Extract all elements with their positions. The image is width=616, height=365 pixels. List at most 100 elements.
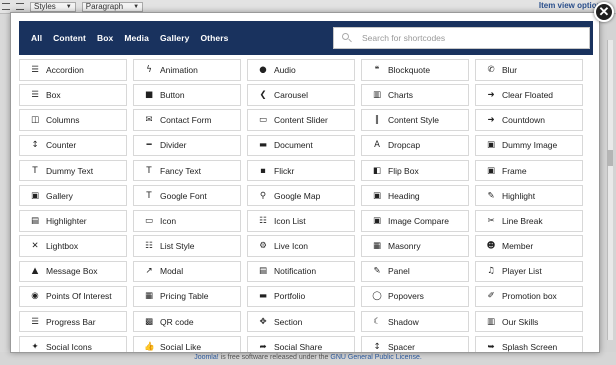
shortcode-line-break[interactable]: ✂ Line Break bbox=[475, 210, 583, 232]
shortcode-section[interactable]: ✥ Section bbox=[247, 310, 355, 333]
shortcode-label: Document bbox=[274, 140, 313, 151]
paragraph-select[interactable]: Paragraph ▼ bbox=[81, 1, 144, 12]
shortcode-social-like[interactable]: 👍 Social Like bbox=[133, 336, 241, 352]
shortcode-popovers[interactable]: ◯ Popovers bbox=[361, 285, 469, 308]
license-link[interactable]: GNU General Public License. bbox=[330, 354, 421, 361]
shortcode-live-icon[interactable]: ⚙ Live Icon bbox=[247, 235, 355, 257]
shortcode-flickr[interactable]: ▪ Flickr bbox=[247, 159, 355, 182]
filter-content[interactable]: Content bbox=[53, 33, 86, 43]
shortcode-image-compare[interactable]: ▣ Image Compare bbox=[361, 210, 469, 232]
search-box[interactable] bbox=[333, 27, 590, 49]
shortcode-divider[interactable]: ━ Divider bbox=[133, 134, 241, 157]
shortcode-label: Modal bbox=[160, 266, 184, 277]
shortcode-label: Lightbox bbox=[46, 241, 79, 252]
search-input[interactable] bbox=[356, 33, 576, 43]
shortcode-columns[interactable]: ◫ Columns bbox=[19, 109, 127, 131]
shortcode-label: Charts bbox=[388, 89, 414, 100]
shortcode-lightbox[interactable]: ✕ Lightbox bbox=[19, 235, 127, 257]
shortcode-social-icons[interactable]: ✦ Social Icons bbox=[19, 336, 127, 352]
shortcode-button[interactable]: ■ Button bbox=[133, 84, 241, 106]
shortcode-label: Content Style bbox=[388, 115, 440, 126]
shortcode-fancy-text[interactable]: T Fancy Text bbox=[133, 159, 241, 182]
shortcode-label: Highlighter bbox=[46, 215, 87, 226]
shortcode-gallery[interactable]: ▣ Gallery bbox=[19, 184, 127, 207]
filter-gallery[interactable]: Gallery bbox=[160, 33, 190, 43]
shortcode-label: Content Slider bbox=[274, 115, 328, 126]
thumbs-up-icon: 👍 bbox=[144, 341, 155, 352]
shortcode-label: Shadow bbox=[388, 316, 419, 327]
shortcode-points-of-interest[interactable]: ◉ Points Of Interest bbox=[19, 285, 127, 308]
shortcode-list-style[interactable]: ☷ List Style bbox=[133, 235, 241, 257]
styles-select[interactable]: Styles ▼ bbox=[30, 1, 76, 12]
shortcode-google-font[interactable]: T Google Font bbox=[133, 184, 241, 207]
align-icon[interactable] bbox=[2, 3, 10, 10]
shortcode-progress-bar[interactable]: ☰ Progress Bar bbox=[19, 310, 127, 333]
shortcode-carousel[interactable]: ❮ Carousel bbox=[247, 84, 355, 106]
shortcode-player-list[interactable]: ♫ Player List bbox=[475, 260, 583, 282]
shortcode-portfolio[interactable]: ▬ Portfolio bbox=[247, 285, 355, 308]
shortcode-notification[interactable]: ▤ Notification bbox=[247, 260, 355, 282]
shortcode-dropcap[interactable]: A Dropcap bbox=[361, 134, 469, 157]
shortcode-spacer[interactable]: ↕ Spacer bbox=[361, 336, 469, 352]
shortcode-label: Dropcap bbox=[388, 140, 421, 151]
page-scrollbar-thumb[interactable] bbox=[607, 150, 613, 166]
joomla-link[interactable]: Joomla! bbox=[194, 354, 219, 361]
shortcode-charts[interactable]: ▥ Charts bbox=[361, 84, 469, 106]
shortcode-document[interactable]: ▬ Document bbox=[247, 134, 355, 157]
map-marker-icon: ⚲ bbox=[259, 190, 267, 201]
shortcode-google-map[interactable]: ⚲ Google Map bbox=[247, 184, 355, 207]
shortcode-label: Promotion box bbox=[502, 291, 557, 302]
pencil-icon: ✎ bbox=[487, 190, 495, 201]
shortcode-audio[interactable]: ● Audio bbox=[247, 59, 355, 81]
shortcode-shadow[interactable]: ☾ Shadow bbox=[361, 310, 469, 333]
shortcode-icon-list[interactable]: ☷ Icon List bbox=[247, 210, 355, 232]
shortcode-blockquote[interactable]: ❝ Blockquote bbox=[361, 59, 469, 81]
filter-others[interactable]: Others bbox=[200, 33, 228, 43]
search-icon bbox=[334, 28, 356, 48]
shortcode-content-style[interactable]: ‖ Content Style bbox=[361, 109, 469, 131]
users-icon: ☻ bbox=[486, 241, 496, 252]
indent-icon[interactable] bbox=[16, 3, 24, 10]
shortcode-modal[interactable]: ↗ Modal bbox=[133, 260, 241, 282]
list-ul-icon: ☷ bbox=[145, 241, 153, 252]
shortcode-flip-box[interactable]: ◧ Flip Box bbox=[361, 159, 469, 182]
page-footer: Joomla! is free software released under … bbox=[0, 352, 616, 365]
shortcode-highlight[interactable]: ✎ Highlight bbox=[475, 184, 583, 207]
shortcode-splash-screen[interactable]: ➥ Splash Screen bbox=[475, 336, 583, 352]
page-scrollbar[interactable] bbox=[607, 40, 613, 340]
shortcode-our-skills[interactable]: ▥ Our Skills bbox=[475, 310, 583, 333]
shortcode-animation[interactable]: ϟ Animation bbox=[133, 59, 241, 81]
shortcode-qr-code[interactable]: ▩ QR code bbox=[133, 310, 241, 333]
filter-all[interactable]: All bbox=[31, 33, 42, 43]
shortcode-promotion-box[interactable]: ✐ Promotion box bbox=[475, 285, 583, 308]
shortcode-accordion[interactable]: ☰ Accordion bbox=[19, 59, 127, 81]
shortcode-pricing-table[interactable]: ▦ Pricing Table bbox=[133, 285, 241, 308]
close-icon[interactable]: ✕ bbox=[594, 2, 614, 22]
shortcode-highlighter[interactable]: ▤ Highlighter bbox=[19, 210, 127, 232]
shortcode-clear-floated[interactable]: ➜ Clear Floated bbox=[475, 84, 583, 106]
table-icon: ▦ bbox=[144, 291, 154, 302]
shortcode-countdown[interactable]: ➜ Countdown bbox=[475, 109, 583, 131]
shortcode-message-box[interactable]: ▲ Message Box bbox=[19, 260, 127, 282]
shortcode-icon[interactable]: ▭ Icon bbox=[133, 210, 241, 232]
shortcode-label: Google Map bbox=[274, 190, 321, 201]
shortcode-blur[interactable]: ✆ Blur bbox=[475, 59, 583, 81]
shortcode-heading[interactable]: ▣ Heading bbox=[361, 184, 469, 207]
shortcode-content-slider[interactable]: ▭ Content Slider bbox=[247, 109, 355, 131]
list-icon: ☷ bbox=[259, 215, 267, 226]
shortcode-frame[interactable]: ▣ Frame bbox=[475, 159, 583, 182]
filter-box[interactable]: Box bbox=[97, 33, 113, 43]
shortcode-masonry[interactable]: ▦ Masonry bbox=[361, 235, 469, 257]
shortcode-panel[interactable]: ✎ Panel bbox=[361, 260, 469, 282]
shortcode-social-share[interactable]: ➦ Social Share bbox=[247, 336, 355, 352]
shortcode-counter[interactable]: ↕ Counter bbox=[19, 134, 127, 157]
shortcode-label: Notification bbox=[274, 266, 317, 277]
shortcode-dummy-text[interactable]: T Dummy Text bbox=[19, 159, 127, 182]
shortcode-box[interactable]: ☰ Box bbox=[19, 84, 127, 106]
shortcode-contact-form[interactable]: ✉ Contact Form bbox=[133, 109, 241, 131]
shortcode-dummy-image[interactable]: ▣ Dummy Image bbox=[475, 134, 583, 157]
shortcode-label: List Style bbox=[160, 241, 195, 252]
shortcode-member[interactable]: ☻ Member bbox=[475, 235, 583, 257]
filter-media[interactable]: Media bbox=[124, 33, 149, 43]
desktop-icon: ▭ bbox=[144, 215, 154, 226]
